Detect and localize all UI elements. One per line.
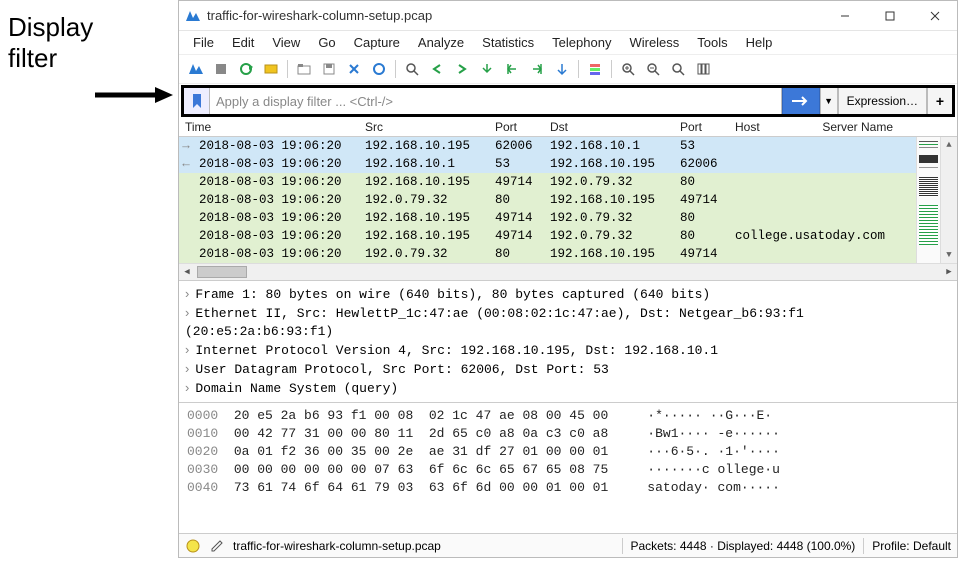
table-row[interactable]: →2018-08-03 19:06:20192.168.10.195620061… <box>179 137 916 155</box>
col-dport[interactable]: Port <box>674 118 729 136</box>
col-dst[interactable]: Dst <box>544 118 674 136</box>
find-icon[interactable] <box>401 58 423 80</box>
col-time[interactable]: Time <box>179 118 359 136</box>
minimap[interactable] <box>916 137 940 263</box>
add-filter-button[interactable]: + <box>927 87 953 115</box>
status-packets: Packets: 4448 · Displayed: 4448 (100.0%) <box>631 539 856 553</box>
window-title: traffic-for-wireshark-column-setup.pcap <box>207 8 822 23</box>
apply-filter-button[interactable] <box>782 87 820 115</box>
start-capture-icon[interactable] <box>185 58 207 80</box>
detail-line[interactable]: Domain Name System (query) <box>185 379 951 398</box>
bytes-line[interactable]: 0040 73 61 74 6f 64 61 79 03 63 6f 6d 00… <box>187 479 949 497</box>
close-file-icon[interactable] <box>343 58 365 80</box>
minimize-button[interactable] <box>822 1 867 31</box>
packet-bytes-pane[interactable]: 0000 20 e5 2a b6 93 f1 00 08 02 1c 47 ae… <box>179 402 957 501</box>
zoom-out-icon[interactable] <box>642 58 664 80</box>
bytes-line[interactable]: 0020 0a 01 f2 36 00 35 00 2e ae 31 df 27… <box>187 443 949 461</box>
bookmark-icon[interactable] <box>183 87 209 115</box>
status-profile[interactable]: Profile: Default <box>872 539 951 553</box>
prev-icon[interactable] <box>426 58 448 80</box>
menu-statistics[interactable]: Statistics <box>474 33 542 52</box>
detail-line[interactable]: User Datagram Protocol, Src Port: 62006,… <box>185 360 951 379</box>
col-server[interactable]: Server Name <box>813 118 913 136</box>
close-button[interactable] <box>912 1 957 31</box>
col-src[interactable]: Src <box>359 118 489 136</box>
expert-info-icon[interactable] <box>185 538 201 554</box>
table-row[interactable]: 2018-08-03 19:06:20192.168.10.1954971419… <box>179 227 916 245</box>
detail-line[interactable]: Frame 1: 80 bytes on wire (640 bits), 80… <box>185 285 951 304</box>
status-filename: traffic-for-wireshark-column-setup.pcap <box>233 539 441 553</box>
toolbar-separator <box>395 60 396 78</box>
annotation-label: Display filter <box>8 12 93 74</box>
colorize-icon[interactable] <box>584 58 606 80</box>
toolbar <box>179 54 957 84</box>
menu-wireless[interactable]: Wireless <box>621 33 687 52</box>
col-sport[interactable]: Port <box>489 118 544 136</box>
table-row[interactable]: 2018-08-03 19:06:20192.168.10.1954971419… <box>179 209 916 227</box>
detail-line[interactable]: Internet Protocol Version 4, Src: 192.16… <box>185 341 951 360</box>
packet-list-pane: Time Src Port Dst Port Host Server Name … <box>179 118 957 280</box>
menu-view[interactable]: View <box>264 33 308 52</box>
open-file-icon[interactable] <box>293 58 315 80</box>
zoom-in-icon[interactable] <box>617 58 639 80</box>
statusbar: traffic-for-wireshark-column-setup.pcap … <box>179 533 957 557</box>
menu-go[interactable]: Go <box>310 33 343 52</box>
next-icon[interactable] <box>451 58 473 80</box>
save-icon[interactable] <box>318 58 340 80</box>
packet-rows[interactable]: →2018-08-03 19:06:20192.168.10.195620061… <box>179 137 916 263</box>
toolbar-separator <box>578 60 579 78</box>
menubar: File Edit View Go Capture Analyze Statis… <box>179 31 957 54</box>
options-icon[interactable] <box>260 58 282 80</box>
column-headers: Time Src Port Dst Port Host Server Name <box>179 118 957 137</box>
col-host[interactable]: Host <box>729 118 813 136</box>
last-icon[interactable] <box>526 58 548 80</box>
zoom-reset-icon[interactable] <box>667 58 689 80</box>
first-icon[interactable] <box>501 58 523 80</box>
restart-capture-icon[interactable] <box>235 58 257 80</box>
display-filter-bar: ▼ Expression… + <box>183 87 953 115</box>
expression-button[interactable]: Expression… <box>838 87 927 115</box>
menu-telephony[interactable]: Telephony <box>544 33 619 52</box>
menu-analyze[interactable]: Analyze <box>410 33 472 52</box>
menu-tools[interactable]: Tools <box>689 33 735 52</box>
table-row[interactable]: 2018-08-03 19:06:20192.0.79.3280192.168.… <box>179 191 916 209</box>
toolbar-separator <box>287 60 288 78</box>
annotation-arrow-icon <box>95 86 173 102</box>
goto-icon[interactable] <box>476 58 498 80</box>
display-filter-input[interactable] <box>209 87 782 115</box>
bytes-line[interactable]: 0000 20 e5 2a b6 93 f1 00 08 02 1c 47 ae… <box>187 407 949 425</box>
autoscroll-icon[interactable] <box>551 58 573 80</box>
bytes-line[interactable]: 0030 00 00 00 00 00 00 07 63 6f 6c 6c 65… <box>187 461 949 479</box>
maximize-button[interactable] <box>867 1 912 31</box>
titlebar: traffic-for-wireshark-column-setup.pcap <box>179 1 957 31</box>
table-row[interactable]: ←2018-08-03 19:06:20192.168.10.153192.16… <box>179 155 916 173</box>
resize-columns-icon[interactable] <box>692 58 714 80</box>
edit-icon[interactable] <box>209 538 225 554</box>
vertical-scrollbar[interactable]: ▲ ▼ <box>940 137 957 263</box>
packet-details-pane[interactable]: Frame 1: 80 bytes on wire (640 bits), 80… <box>179 280 957 402</box>
menu-file[interactable]: File <box>185 33 222 52</box>
wireshark-window: traffic-for-wireshark-column-setup.pcap … <box>178 0 958 558</box>
bytes-line[interactable]: 0010 00 42 77 31 00 00 80 11 2d 65 c0 a8… <box>187 425 949 443</box>
menu-edit[interactable]: Edit <box>224 33 262 52</box>
horizontal-scrollbar[interactable]: ◀ ▶ <box>179 263 957 280</box>
app-icon <box>185 8 201 24</box>
stop-capture-icon[interactable] <box>210 58 232 80</box>
detail-line[interactable]: Ethernet II, Src: HewlettP_1c:47:ae (00:… <box>185 304 951 341</box>
filter-history-dropdown[interactable]: ▼ <box>820 87 838 115</box>
menu-help[interactable]: Help <box>738 33 781 52</box>
reload-icon[interactable] <box>368 58 390 80</box>
menu-capture[interactable]: Capture <box>346 33 408 52</box>
table-row[interactable]: 2018-08-03 19:06:20192.168.10.1954971419… <box>179 173 916 191</box>
toolbar-separator <box>611 60 612 78</box>
table-row[interactable]: 2018-08-03 19:06:20192.0.79.3280192.168.… <box>179 245 916 263</box>
